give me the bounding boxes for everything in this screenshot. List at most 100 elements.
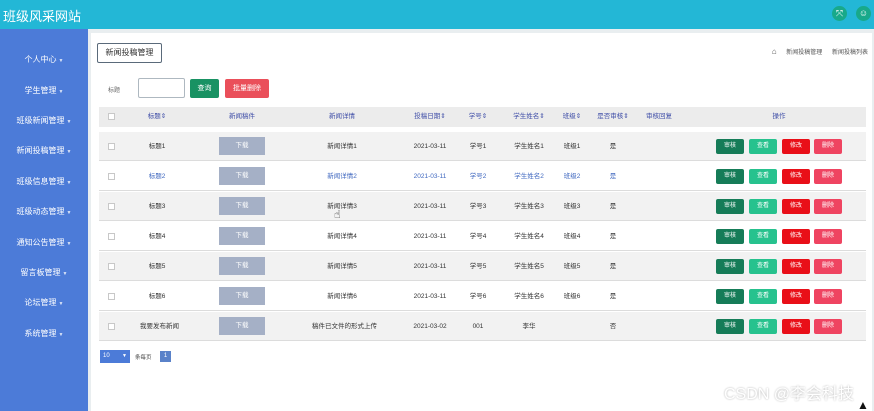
column-header: 操作 [772, 113, 786, 120]
row-checkbox[interactable] [108, 233, 115, 240]
sidebar-item-system[interactable]: 系统管理 ▼ [0, 325, 88, 343]
table-row[interactable]: 标题1 新闻详情1 2021-03-11 学号1 学生姓名1 班级1 是 下载 审核 查看 修改 删除 [99, 132, 866, 161]
search-button[interactable]: 查询 [190, 79, 219, 98]
delete-button[interactable]: 删除 [814, 169, 842, 184]
review-button[interactable]: 审核 [716, 169, 744, 184]
breadcrumb-item: 新闻投稿列表 [831, 50, 868, 56]
review-button[interactable]: 审核 [716, 229, 744, 244]
edit-button[interactable]: 修改 [782, 199, 810, 214]
edit-button[interactable]: 修改 [782, 289, 810, 304]
edit-button[interactable]: 修改 [782, 139, 810, 154]
page-size-select[interactable]: 10 ▼ [100, 350, 130, 363]
sidebar-item-label: 班级新闻管理 [16, 116, 65, 125]
view-button[interactable]: 查看 [749, 319, 777, 334]
view-button[interactable]: 查看 [749, 199, 777, 214]
cell-class: 班级3 [563, 203, 581, 210]
column-header[interactable]: 班级⇕ [554, 107, 590, 127]
cell-class: 班级2 [563, 173, 581, 180]
column-header[interactable]: 投稿日期⇕ [404, 107, 456, 127]
delete-button[interactable]: 删除 [814, 199, 842, 214]
review-button[interactable]: 审核 [716, 289, 744, 304]
sidebar-item-forum[interactable]: 论坛管理 ▼ [0, 294, 88, 312]
row-checkbox[interactable] [108, 173, 115, 180]
download-button[interactable]: 下载 [219, 317, 265, 335]
fullscreen-icon[interactable]: ⤧ [832, 6, 847, 21]
table-row[interactable]: 我要发布新闻 稿件已文件的形式上传 2021-03-02 001 李华 否 下载 审核 查看 修改… [99, 312, 866, 341]
column-header[interactable]: 标题⇕ [140, 107, 174, 127]
sidebar-item-profile[interactable]: 个人中心 ▼ [0, 51, 88, 69]
sidebar-item-students[interactable]: 学生管理 ▼ [0, 82, 88, 100]
table-header: 标题⇕ 新闻稿件 新闻详情 投稿日期⇕ 学号⇕ 学生姓名⇕ 班级⇕ 是否审核⇕ … [99, 107, 866, 127]
cell-reviewed: 是 [609, 203, 617, 210]
cell-student-name: 学生姓名3 [514, 203, 544, 210]
cell-student-name: 学生姓名4 [514, 233, 544, 240]
batch-delete-button[interactable]: 批量删除 [225, 79, 269, 98]
table-row[interactable]: 标题6 新闻详情6 2021-03-11 学号6 学生姓名6 班级6 是 下载 审核 查看 修改 删除 [99, 282, 866, 311]
row-checkbox[interactable] [108, 323, 115, 330]
cell-class: 班级6 [563, 293, 581, 300]
view-button[interactable]: 查看 [749, 169, 777, 184]
page-number-button[interactable]: 1 [160, 351, 171, 362]
cell-class: 班级1 [563, 143, 581, 150]
cell-class: 班级4 [563, 233, 581, 240]
row-checkbox[interactable] [108, 263, 115, 270]
row-checkbox[interactable] [108, 293, 115, 300]
delete-button[interactable]: 删除 [814, 139, 842, 154]
review-button[interactable]: 审核 [716, 319, 744, 334]
cell-title: 标题3 [148, 203, 166, 210]
download-button[interactable]: 下载 [219, 197, 265, 215]
cell-detail: 新闻详情3 [327, 203, 357, 210]
table-row[interactable]: 标题3 新闻详情3 2021-03-11 学号3 学生姓名3 班级3 是 下载 审核 查看 修改 删除 [99, 192, 866, 221]
view-button[interactable]: 查看 [749, 229, 777, 244]
sidebar-item-label: 学生管理 [24, 86, 57, 95]
delete-button[interactable]: 删除 [814, 259, 842, 274]
cell-reviewed: 是 [609, 263, 617, 270]
cell-reply [639, 222, 679, 251]
title-search-input[interactable] [138, 78, 185, 98]
sidebar-item-notices[interactable]: 通知公告管理 ▼ [0, 234, 88, 252]
table-row[interactable]: 标题5 新闻详情5 2021-03-11 学号5 学生姓名5 班级5 是 下载 审核 查看 修改 删除 [99, 252, 866, 281]
column-header: 审核回复 [646, 113, 672, 120]
delete-button[interactable]: 删除 [814, 319, 842, 334]
cell-student-no: 学号5 [469, 263, 487, 270]
review-button[interactable]: 审核 [716, 199, 744, 214]
table-row[interactable]: 标题2 新闻详情2 2021-03-11 学号2 学生姓名2 班级2 是 下载 审核 查看 修改 删除 [99, 162, 866, 191]
download-button[interactable]: 下载 [219, 287, 265, 305]
breadcrumb-item[interactable]: 新闻投稿管理 [786, 50, 822, 56]
tab-news-submission[interactable]: 新闻投稿管理 [97, 43, 162, 63]
download-button[interactable]: 下载 [219, 257, 265, 275]
cell-date: 2021-03-11 [413, 143, 447, 150]
review-button[interactable]: 审核 [716, 259, 744, 274]
download-button[interactable]: 下载 [219, 227, 265, 245]
delete-button[interactable]: 删除 [814, 289, 842, 304]
sidebar-item-class-activity[interactable]: 班级动态管理 ▼ [0, 203, 88, 221]
edit-button[interactable]: 修改 [782, 169, 810, 184]
download-button[interactable]: 下载 [219, 167, 265, 185]
row-checkbox[interactable] [108, 143, 115, 150]
view-button[interactable]: 查看 [749, 259, 777, 274]
delete-button[interactable]: 删除 [814, 229, 842, 244]
view-button[interactable]: 查看 [749, 289, 777, 304]
cell-reviewed: 是 [609, 143, 617, 150]
user-icon[interactable]: ☺ [856, 6, 871, 21]
view-button[interactable]: 查看 [749, 139, 777, 154]
sidebar-item-guestbook[interactable]: 留言板管理 ▼ [0, 264, 88, 282]
edit-button[interactable]: 修改 [782, 229, 810, 244]
sort-icon: ⇕ [160, 113, 167, 120]
edit-button[interactable]: 修改 [782, 259, 810, 274]
sidebar-item-class-news[interactable]: 班级新闻管理 ▼ [0, 112, 88, 130]
chevron-down-icon: ▼ [66, 119, 72, 125]
home-icon[interactable]: ⌂ [772, 47, 777, 56]
table-row[interactable]: 标题4 新闻详情4 2021-03-11 学号4 学生姓名4 班级4 是 下载 审核 查看 修改 删除 [99, 222, 866, 251]
sidebar-item-news-submission[interactable]: 新闻投稿管理 ▼ [0, 142, 88, 160]
column-header[interactable]: 是否审核⇕ [590, 107, 636, 127]
sidebar-item-class-info[interactable]: 班级信息管理 ▼ [0, 173, 88, 191]
select-all-checkbox[interactable] [108, 113, 115, 120]
download-button[interactable]: 下载 [219, 137, 265, 155]
review-button[interactable]: 审核 [716, 139, 744, 154]
edit-button[interactable]: 修改 [782, 319, 810, 334]
column-header[interactable]: 学生姓名⇕ [504, 107, 554, 127]
column-header[interactable]: 学号⇕ [464, 107, 492, 127]
cell-date: 2021-03-11 [413, 173, 447, 180]
row-checkbox[interactable] [108, 203, 115, 210]
